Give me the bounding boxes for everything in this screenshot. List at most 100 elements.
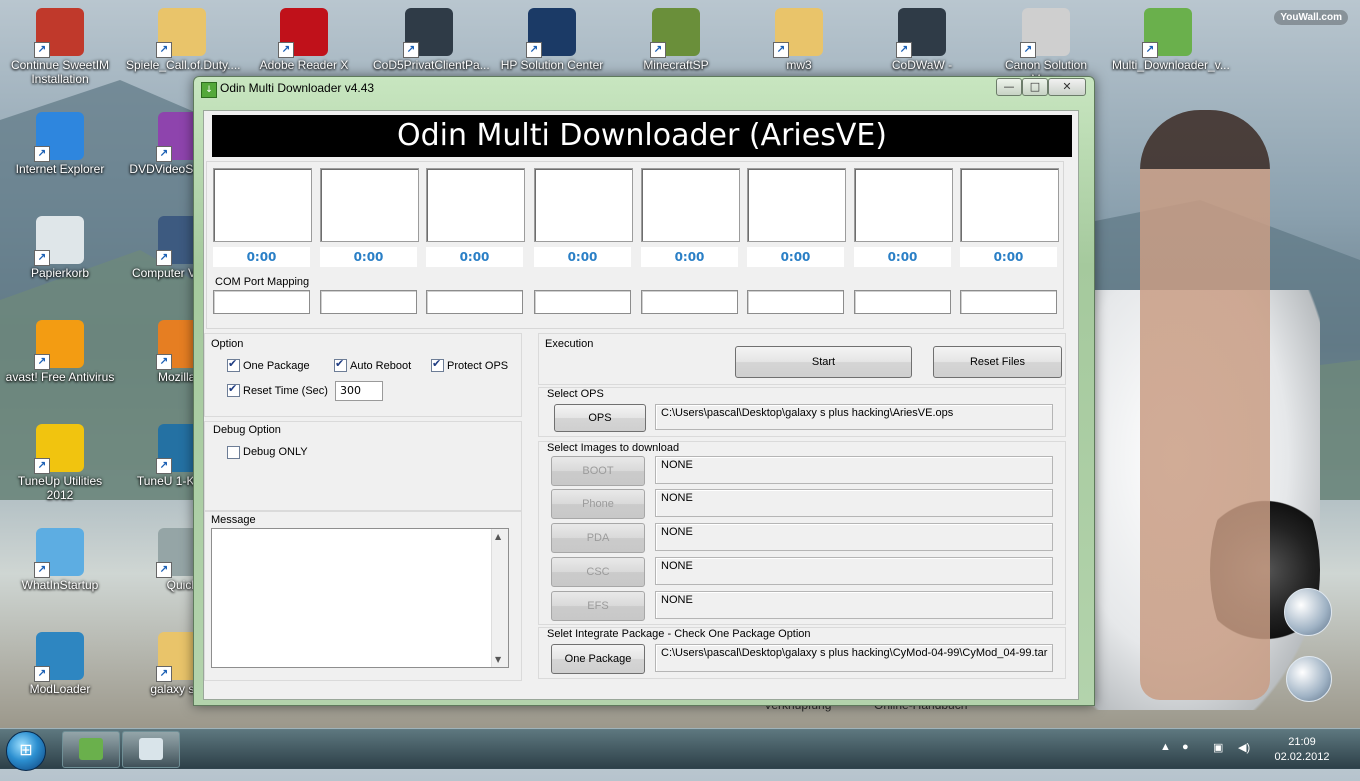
reset-time-label[interactable]: Reset Time (Sec) [243, 385, 328, 397]
desktop-icon[interactable]: ↗ Internet Explorer [4, 112, 116, 176]
ops-path-field[interactable]: C:\Users\pascal\Desktop\galaxy s plus ha… [655, 404, 1053, 430]
reset-time-input[interactable]: 300 [335, 381, 383, 401]
com-port-field-1 [213, 290, 310, 314]
desktop-icon[interactable]: ↗ Multi_Downloader_v... [1112, 8, 1230, 72]
phone-button[interactable]: Phone [551, 489, 645, 519]
scissors-icon [139, 738, 163, 760]
debug-only-label[interactable]: Debug ONLY [243, 446, 308, 458]
desktop-icon[interactable]: ↗ MinecraftSP [620, 8, 732, 72]
recycle-bin-icon: ↗ [34, 216, 84, 266]
message-textarea[interactable]: ▲ ▼ [211, 528, 509, 668]
gadget-bubble[interactable] [1284, 588, 1332, 636]
pda-button[interactable]: PDA [551, 523, 645, 553]
debug-group: Debug Option Debug ONLY [204, 421, 522, 511]
desktop-icon-label: Papierkorb [30, 266, 90, 280]
shortcut-arrow-icon: ↗ [34, 146, 50, 162]
message-scrollbar[interactable]: ▲ ▼ [491, 529, 508, 667]
desktop-icon[interactable]: ↗ mw3 [743, 8, 855, 72]
taskbar: ⊞ ▲ ● ▣ ◀) 21:09 02.02.2012 [0, 728, 1360, 771]
desktop-icon[interactable]: ↗ CoD5PrivatClientPa... [373, 8, 490, 72]
boot-path-field[interactable]: NONE [655, 456, 1053, 484]
shortcut-arrow-icon: ↗ [650, 42, 666, 58]
shortcut-arrow-icon: ↗ [156, 562, 172, 578]
desktop-icon[interactable]: ↗ ModLoader [4, 632, 116, 696]
download-icon: ↗ [1142, 8, 1192, 58]
desktop-icon-label: Continue SweetIM Installation [10, 58, 110, 86]
one-package-button[interactable]: One Package [551, 644, 645, 674]
desktop-icon-label: Internet Explorer [15, 162, 105, 176]
shortcut-arrow-icon: ↗ [156, 666, 172, 682]
star-icon: ↗ [403, 8, 453, 58]
select-ops-title: Select OPS [547, 388, 604, 400]
integrate-path-field[interactable]: C:\Users\pascal\Desktop\galaxy s plus ha… [655, 644, 1053, 672]
com-port-mapping-label: COM Port Mapping [215, 276, 310, 288]
desktop-icon[interactable]: ↗ CoDWaW - [866, 8, 978, 72]
one-package-checkbox[interactable] [227, 357, 240, 372]
desktop-icon[interactable]: ↗ avast! Free Antivirus [4, 320, 116, 384]
desktop-icon[interactable]: ↗ WhatInStartup [4, 528, 116, 592]
csc-path-field[interactable]: NONE [655, 557, 1053, 585]
debug-only-checkbox[interactable] [227, 446, 240, 459]
phone-path-field[interactable]: NONE [655, 489, 1053, 517]
scroll-down-icon[interactable]: ▼ [495, 655, 501, 664]
tray-chevron-icon[interactable]: ▲ [1160, 741, 1171, 781]
minimize-button[interactable]: — [996, 78, 1022, 96]
option-title: Option [211, 338, 244, 350]
volume-icon[interactable]: ◀) [1238, 741, 1250, 781]
shortcut-arrow-icon: ↗ [156, 250, 172, 266]
desktop-icon[interactable]: ↗Canon Solution Menu [990, 8, 1102, 86]
desktop-icon-label: avast! Free Antivirus [5, 370, 115, 384]
clock[interactable]: 21:09 02.02.2012 [1270, 735, 1334, 765]
auto-reboot-label[interactable]: Auto Reboot [350, 360, 411, 372]
network-icon[interactable]: ▣ [1213, 741, 1223, 781]
start-button[interactable]: Start [735, 346, 912, 378]
gadget-bubble[interactable] [1286, 656, 1332, 702]
port-timer-6: 0:00 [747, 247, 844, 267]
execution-group: Execution Start Reset Files [538, 333, 1066, 385]
one-package-label[interactable]: One Package [243, 360, 310, 372]
desktop-icon-label: Multi_Downloader_v... [1112, 58, 1230, 72]
desktop-icon[interactable]: ↗ Adobe Reader X [248, 8, 360, 72]
shortcut-arrow-icon: ↗ [403, 42, 419, 58]
shortcut-arrow-icon: ↗ [156, 354, 172, 370]
auto-reboot-checkbox[interactable] [334, 357, 347, 372]
desktop-icon[interactable]: ↗ TuneUp Utilities 2012 [4, 424, 116, 502]
com-port-field-6 [747, 290, 844, 314]
tray-app-icon[interactable]: ● [1182, 741, 1189, 781]
desktop-icon[interactable]: ↗ Papierkorb [4, 216, 116, 280]
window-client: Odin Multi Downloader (AriesVE) 0:00 0:0… [203, 110, 1079, 700]
com-port-field-2 [320, 290, 417, 314]
startup-icon: ↗ [34, 528, 84, 578]
title-bar[interactable]: ↓ Odin Multi Downloader v4.43 — □ ✕ [194, 77, 1094, 101]
desktop-icon[interactable]: ↗ HP Solution Center [496, 8, 608, 72]
odin-window[interactable]: ↓ Odin Multi Downloader v4.43 — □ ✕ Odin… [193, 76, 1095, 706]
reset-time-checkbox[interactable] [227, 382, 240, 397]
desktop-icon[interactable]: ↗ Continue SweetIM Installation [4, 8, 116, 86]
start-button-orb[interactable]: ⊞ [6, 731, 46, 771]
efs-button[interactable]: EFS [551, 591, 645, 621]
maximize-button[interactable]: □ [1022, 78, 1048, 96]
reset-files-button[interactable]: Reset Files [933, 346, 1062, 378]
scroll-up-icon[interactable]: ▲ [495, 532, 501, 541]
efs-path-field[interactable]: NONE [655, 591, 1053, 619]
protect-ops-label[interactable]: Protect OPS [447, 360, 508, 372]
tuneup-icon: ↗ [34, 424, 84, 474]
window-title: Odin Multi Downloader v4.43 [220, 81, 375, 95]
protect-ops-checkbox[interactable] [431, 357, 444, 372]
shortcut-arrow-icon: ↗ [156, 42, 172, 58]
close-button[interactable]: ✕ [1048, 78, 1086, 96]
port-progress-1 [213, 168, 312, 242]
csc-button[interactable]: CSC [551, 557, 645, 587]
grass-block-icon: ↗ [650, 8, 700, 58]
taskbar-snipping-button[interactable] [122, 731, 180, 768]
desktop-icon[interactable]: ↗ Spiele_Call.of.Duty.... [126, 8, 241, 72]
taskbar-odin-button[interactable] [62, 731, 120, 768]
boot-button[interactable]: BOOT [551, 456, 645, 486]
com-port-field-5 [641, 290, 738, 314]
integrate-package-title: Selet Integrate Package - Check One Pack… [547, 628, 811, 640]
ops-button[interactable]: OPS [554, 404, 646, 432]
desktop-icon-label: TuneUp Utilities 2012 [17, 474, 103, 502]
port-progress-8 [960, 168, 1059, 242]
pda-path-field[interactable]: NONE [655, 523, 1053, 551]
desktop-icon-label: WhatInStartup [21, 578, 99, 592]
